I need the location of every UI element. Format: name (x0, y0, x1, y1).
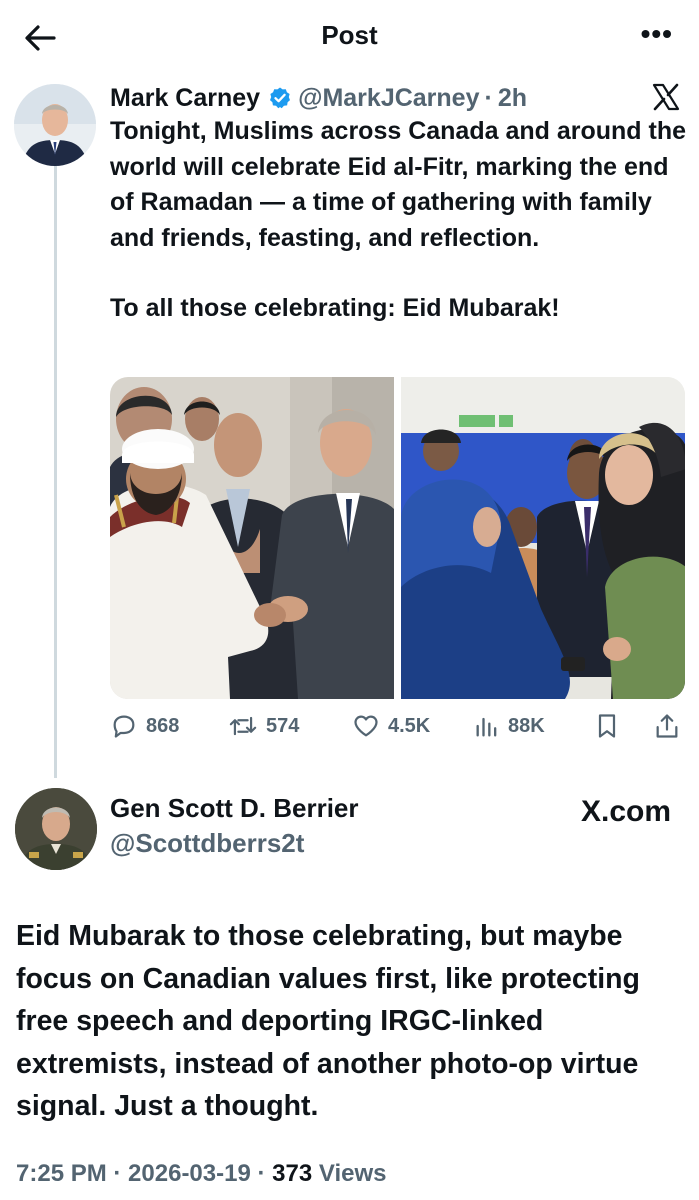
x-logo-icon (651, 82, 681, 112)
repost-icon (229, 716, 257, 736)
share-icon (656, 714, 678, 738)
views-button[interactable]: 88K (474, 712, 545, 740)
like-count: 4.5K (388, 714, 431, 737)
photo-left[interactable] (110, 377, 395, 699)
bookmark-icon (598, 714, 616, 738)
tweet-paragraph: To all those celebrating: Eid Mubarak! (110, 294, 560, 322)
post-time[interactable]: 2h (498, 84, 527, 113)
footer-separator: · (113, 1160, 122, 1187)
views-chart-icon (476, 717, 497, 737)
tweet-media (110, 377, 685, 699)
heart-icon (354, 715, 378, 737)
reply-count: 868 (146, 714, 180, 737)
source-label: X.com (580, 795, 671, 828)
repost-button[interactable]: 574 (228, 712, 299, 740)
views-count: 88K (508, 714, 545, 737)
tweet-paragraph: Tonight, Muslims across Canada and aroun… (110, 117, 687, 252)
verified-badge-icon (268, 86, 292, 110)
avatar[interactable] (15, 788, 97, 870)
reply-author-handle[interactable]: @Scottdberrs2t (110, 828, 304, 859)
reply-text: Eid Mubarak to those celebrating, but ma… (16, 920, 640, 1122)
tweet-text: Tonight, Muslims across Canada and aroun… (110, 114, 690, 327)
more-options-icon[interactable]: ••• (641, 18, 673, 50)
bookmark-button[interactable] (594, 712, 620, 740)
reply-icon (113, 715, 135, 738)
share-button[interactable] (654, 712, 680, 740)
repost-count: 574 (266, 714, 300, 737)
avatar[interactable] (14, 84, 96, 166)
action-bar: 868 574 4.5K 88K (110, 712, 685, 752)
page-title: Post (321, 20, 378, 50)
reply-author-name[interactable]: Gen Scott D. Berrier (110, 793, 359, 824)
footer-date: 2026-03-19 (128, 1160, 251, 1187)
post-footer: 7:25 PM · 2026-03-19 · 373 Views (16, 1160, 386, 1188)
top-bar: Post ••• (0, 0, 699, 72)
separator-dot: · (484, 83, 493, 112)
footer-views-count: 373 (272, 1160, 313, 1187)
like-button[interactable]: 4.5K (352, 712, 430, 740)
reply-button[interactable]: 868 (110, 712, 179, 740)
footer-views-label: Views (318, 1160, 387, 1187)
footer-time: 7:25 PM (16, 1160, 107, 1187)
thread-connector-line (54, 166, 57, 778)
tweet-header: Mark Carney @MarkJCarney · 2h (110, 80, 527, 116)
footer-separator: · (257, 1160, 266, 1187)
author-name[interactable]: Mark Carney (110, 84, 260, 113)
author-handle[interactable]: @MarkJCarney (298, 84, 479, 113)
photo-right[interactable] (400, 377, 685, 699)
